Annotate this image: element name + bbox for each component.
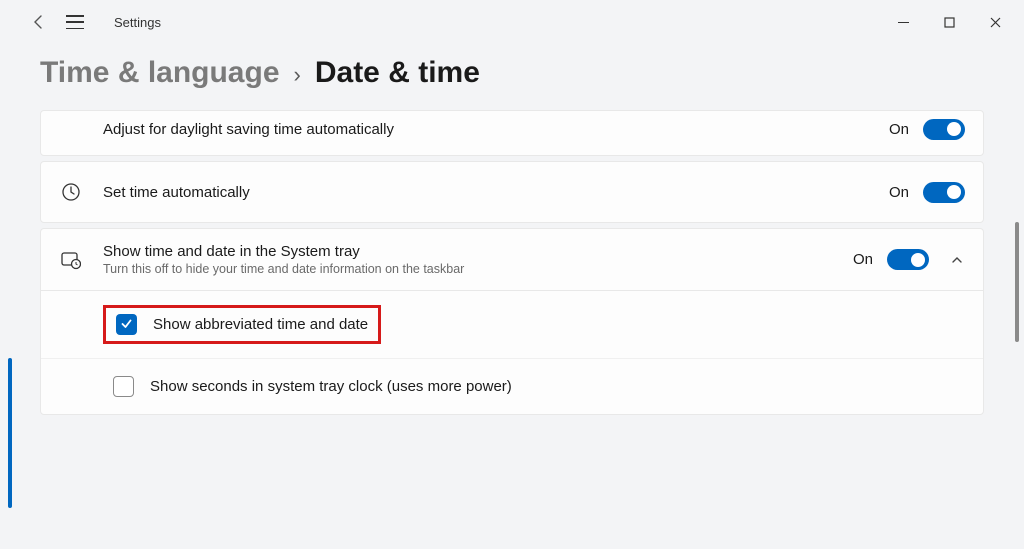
maximize-button[interactable] <box>926 6 972 38</box>
close-button[interactable] <box>972 6 1018 38</box>
check-icon <box>120 317 133 333</box>
breadcrumb-separator-icon: › <box>294 62 301 88</box>
systray-subrows: Show abbreviated time and date Show seco… <box>41 290 983 414</box>
title-bar: Settings <box>0 0 1024 44</box>
toggle-state-text: On <box>889 121 909 138</box>
checkbox-label: Show abbreviated time and date <box>153 316 368 333</box>
checkbox-abbreviated[interactable] <box>116 314 137 335</box>
settings-content: Adjust for daylight saving time automati… <box>0 110 1024 415</box>
setting-label: Adjust for daylight saving time automati… <box>103 121 889 138</box>
accent-indicator <box>8 358 12 508</box>
setting-label: Set time automatically <box>103 184 889 201</box>
menu-icon[interactable] <box>66 13 84 31</box>
toggle-state-text: On <box>889 184 909 201</box>
setting-label: Show time and date in the System tray <box>103 243 853 260</box>
setting-card-dst: Adjust for daylight saving time automati… <box>40 110 984 156</box>
clock-icon <box>59 180 83 204</box>
chevron-up-icon[interactable] <box>949 252 965 268</box>
setting-card-systray: Show time and date in the System tray Tu… <box>40 228 984 415</box>
setting-card-set-auto: Set time automatically On <box>40 161 984 223</box>
subrow-abbreviated: Show abbreviated time and date <box>41 291 983 358</box>
setting-row-systray[interactable]: Show time and date in the System tray Tu… <box>41 229 983 290</box>
toggle-state-text: On <box>853 251 873 268</box>
toggle-switch[interactable] <box>923 182 965 203</box>
scrollbar[interactable] <box>1012 122 1022 502</box>
breadcrumb-current: Date & time <box>315 56 480 90</box>
app-title: Settings <box>114 15 161 30</box>
toggle-switch[interactable] <box>923 119 965 140</box>
scrollbar-thumb[interactable] <box>1015 222 1019 342</box>
checkbox-seconds[interactable] <box>113 376 134 397</box>
breadcrumb-parent[interactable]: Time & language <box>40 56 280 90</box>
taskbar-clock-icon <box>59 248 83 272</box>
blank-icon <box>59 117 83 141</box>
back-icon[interactable] <box>30 13 48 31</box>
setting-sublabel: Turn this off to hide your time and date… <box>103 262 853 276</box>
checkbox-label: Show seconds in system tray clock (uses … <box>150 378 512 395</box>
minimize-button[interactable] <box>880 6 926 38</box>
toggle-switch[interactable] <box>887 249 929 270</box>
subrow-seconds: Show seconds in system tray clock (uses … <box>41 358 983 414</box>
breadcrumb: Time & language › Date & time <box>0 44 1024 110</box>
highlight-box: Show abbreviated time and date <box>103 305 381 344</box>
